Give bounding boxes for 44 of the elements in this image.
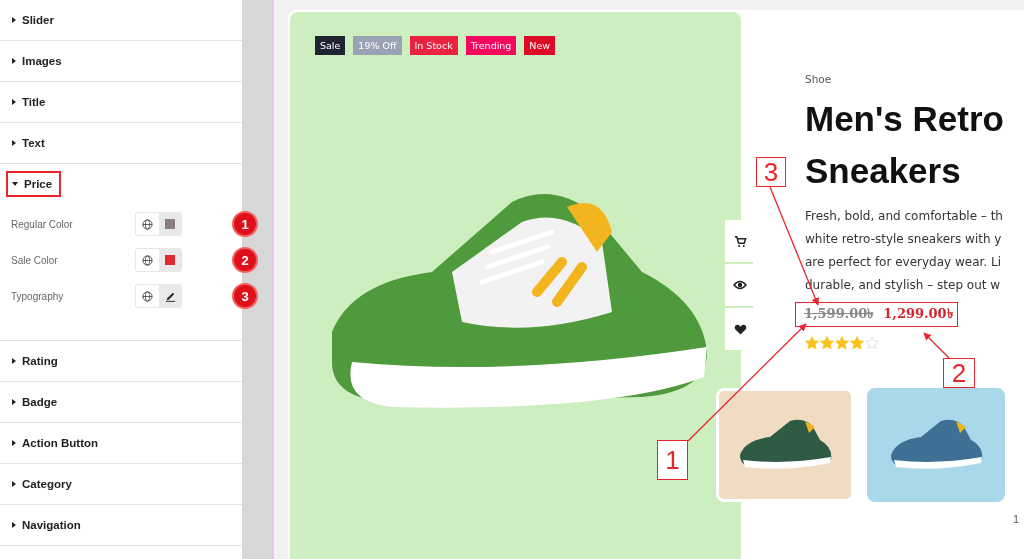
number-callout: 2 xyxy=(943,358,975,388)
eye-icon[interactable] xyxy=(725,264,755,306)
star-icon xyxy=(865,336,879,350)
control-label: Typography xyxy=(11,290,64,302)
section-toggle[interactable]: Navigation xyxy=(6,512,90,538)
star-icon xyxy=(850,336,864,350)
number-callout: 3 xyxy=(756,157,786,187)
product-title: Men's Retro Sneakers xyxy=(805,98,1005,192)
section-toggle[interactable]: Badge xyxy=(6,389,67,415)
product-badge: Sale xyxy=(315,36,346,55)
pencil-icon[interactable] xyxy=(164,290,176,302)
number-callout: 1 xyxy=(657,440,688,480)
photo-placeholder[interactable] xyxy=(716,388,854,502)
cart-icon[interactable] xyxy=(725,220,755,262)
globe-icon[interactable] xyxy=(142,254,153,266)
product-category: Shoe xyxy=(805,73,833,85)
color-swatch[interactable] xyxy=(165,219,175,229)
product-badge: New xyxy=(524,36,556,55)
star-icon xyxy=(820,336,834,350)
star-icon xyxy=(805,336,819,350)
number-marker: 1 xyxy=(232,211,258,237)
color-swatch[interactable] xyxy=(165,255,175,265)
section-toggle[interactable]: Category xyxy=(6,471,81,497)
globe-icon[interactable] xyxy=(142,218,153,230)
section-toggle[interactable]: Price xyxy=(6,171,62,197)
section-toggle[interactable]: Rating xyxy=(6,348,67,374)
section-toggle[interactable]: Action Button xyxy=(6,430,107,456)
product-badge: In Stock xyxy=(409,36,458,55)
number-marker: 2 xyxy=(232,247,258,273)
control-label: Regular Color xyxy=(11,218,73,230)
regular-price: 1,599.00৳ xyxy=(804,305,874,323)
number-marker: 3 xyxy=(232,283,258,309)
sale-price: 1,299.00৳ xyxy=(883,305,953,323)
section-toggle[interactable]: Images xyxy=(6,48,71,74)
section-toggle[interactable]: Text xyxy=(6,130,54,156)
section-toggle[interactable]: Slider xyxy=(6,7,63,33)
page-number[interactable]: 1 xyxy=(1013,513,1020,525)
section-toggle[interactable]: Title xyxy=(6,89,55,115)
globe-icon[interactable] xyxy=(142,290,153,302)
product-badge: 19% Off xyxy=(353,36,402,55)
photo-placeholder[interactable] xyxy=(867,388,1005,502)
star-icon xyxy=(835,336,849,350)
product-badge: Trending xyxy=(465,36,517,55)
control-label: Sale Color xyxy=(11,254,58,266)
